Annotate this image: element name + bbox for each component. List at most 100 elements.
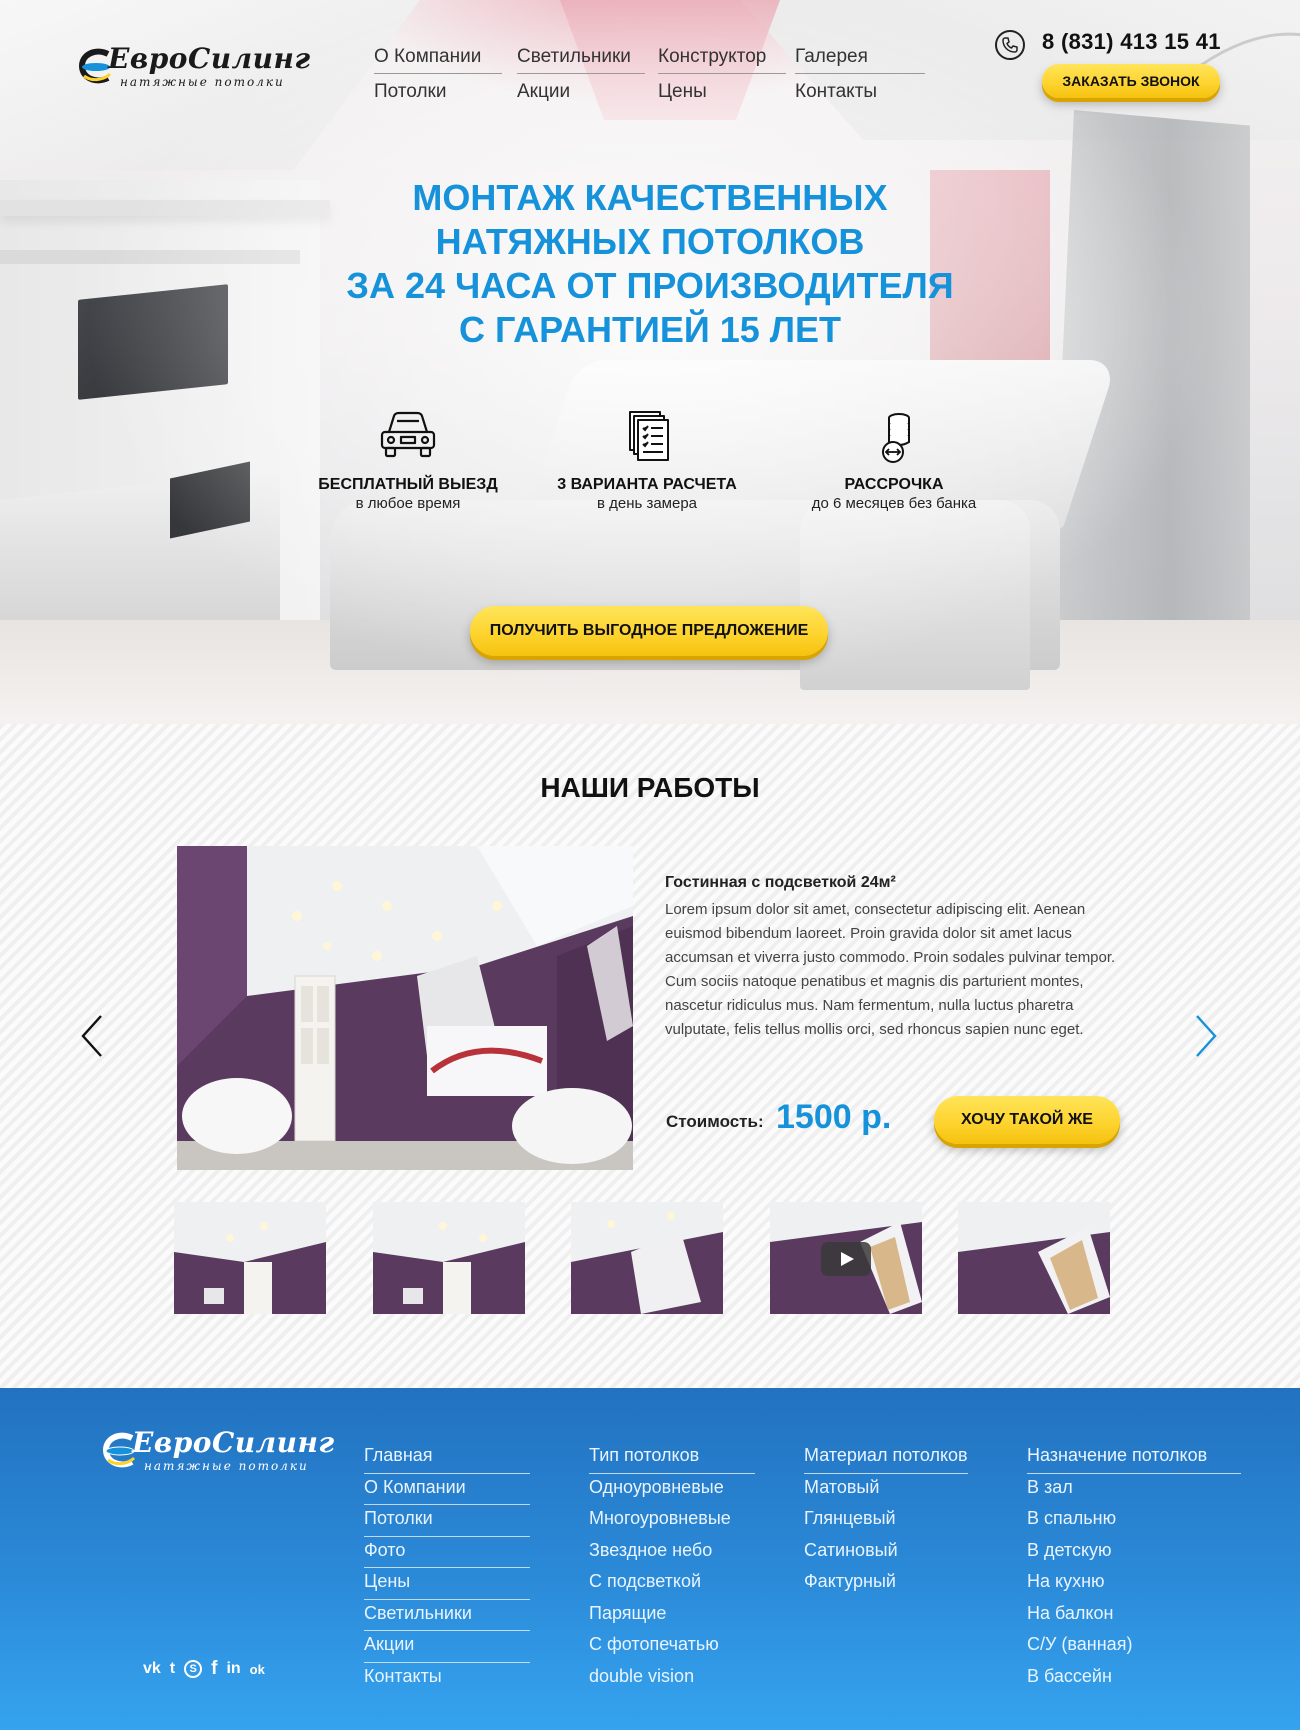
footer-link[interactable]: Сатиновый — [804, 1537, 968, 1569]
nav-item-prices[interactable]: Цены — [658, 81, 786, 103]
footer-link[interactable]: Потолки — [364, 1505, 530, 1537]
footer-link[interactable]: С подсветкой — [589, 1568, 755, 1600]
work-price: 1500 р. — [776, 1098, 892, 1136]
footer-link[interactable]: Глянцевый — [804, 1505, 968, 1537]
footer-link[interactable]: Многоуровневые — [589, 1505, 755, 1537]
hero-headline-line: С ГАРАНТИЕЙ 15 ЛЕТ — [458, 309, 842, 350]
nav-item-constructor[interactable]: Конструктор — [658, 46, 786, 68]
thumbnail-image — [958, 1202, 1110, 1314]
work-thumbnail[interactable] — [571, 1202, 723, 1314]
twitter-icon[interactable]: t — [170, 1660, 175, 1678]
thumbnail-image — [373, 1202, 525, 1314]
logo-brand-name: ЕвроСилинг — [132, 1426, 335, 1459]
footer-link[interactable]: double vision — [589, 1663, 755, 1695]
footer-menu-main: Главная О Компании Потолки Фото Цены Све… — [364, 1442, 530, 1694]
hero-headline: МОНТАЖ КАЧЕСТВЕННЫХ НАТЯЖНЫХ ПОТОЛКОВ ЗА… — [250, 176, 1050, 352]
nav-item-promotions[interactable]: Акции — [517, 81, 645, 103]
slider-prev-arrow-icon[interactable] — [80, 1014, 104, 1058]
footer-heading[interactable]: Назначение потолков — [1027, 1442, 1241, 1474]
skype-icon[interactable]: S — [184, 1660, 203, 1678]
want-same-button[interactable]: ХОЧУ ТАКОЙ ЖЕ — [934, 1096, 1120, 1144]
social-links: vk t S f in ok — [143, 1658, 265, 1680]
logo-tagline: натяжные потолки — [144, 1459, 309, 1473]
footer-link[interactable]: Акции — [364, 1631, 530, 1663]
footer-link[interactable]: С фотопечатью — [589, 1631, 755, 1663]
footer-link[interactable]: Одноуровневые — [589, 1474, 755, 1506]
footer-menu-materials: Материал потолков Матовый Глянцевый Сати… — [804, 1442, 968, 1600]
work-thumbnail[interactable] — [174, 1202, 326, 1314]
works-title: НАШИ РАБОТЫ — [540, 772, 760, 803]
coins-icon — [882, 413, 910, 463]
work-thumbnail[interactable] — [373, 1202, 525, 1314]
footer-link[interactable]: В детскую — [1027, 1537, 1241, 1569]
nav-item-contacts[interactable]: Контакты — [795, 81, 923, 103]
logo-brand-name: ЕвроСилинг — [108, 42, 311, 75]
work-thumbnail[interactable] — [958, 1202, 1110, 1314]
footer-menu-purpose: Назначение потолков В зал В спальню В де… — [1027, 1442, 1241, 1694]
feature-subtitle: в день замера — [596, 495, 698, 512]
footer-link[interactable]: Звездное небо — [589, 1537, 755, 1569]
hero-headline-line: МОНТАЖ КАЧЕСТВЕННЫХ — [412, 177, 888, 218]
nav-divider — [374, 73, 502, 74]
footer-link[interactable]: О Компании — [364, 1474, 530, 1505]
documents-icon — [629, 411, 669, 461]
footer-menu-types: Тип потолков Одноуровневые Многоуровневы… — [589, 1442, 755, 1694]
footer-logo[interactable]: ЕвроСилинг натяжные потолки — [102, 1426, 334, 1480]
footer-link[interactable]: Матовый — [804, 1474, 968, 1506]
nav-item-ceilings[interactable]: Потолки — [374, 81, 502, 103]
footer-link[interactable]: Контакты — [364, 1663, 530, 1695]
footer-link[interactable]: В зал — [1027, 1474, 1241, 1506]
facebook-icon[interactable]: f — [211, 1658, 217, 1680]
feature-installment: РАССРОЧКА до 6 месяцев без банка — [774, 408, 1014, 512]
hero-section: ЕвроСилинг натяжные потолки О Компании С… — [0, 0, 1300, 724]
logo-tagline: натяжные потолки — [120, 75, 285, 89]
footer-link[interactable]: Фактурный — [804, 1568, 968, 1600]
slider-next-arrow-icon[interactable] — [1194, 1014, 1218, 1058]
nav-item-gallery[interactable]: Галерея — [795, 46, 923, 68]
work-thumbnail-video[interactable] — [770, 1202, 922, 1314]
feature-title: РАССРОЧКА — [844, 476, 944, 493]
footer-link[interactable]: С/У (ванная) — [1027, 1631, 1241, 1663]
footer-heading[interactable]: Материал потолков — [804, 1442, 968, 1474]
hero-headline-line: ЗА 24 ЧАСА ОТ ПРОИЗВОДИТЕЛЯ — [346, 265, 954, 306]
works-section: НАШИ РАБОТЫ Гостинная с подсветкой 24м² … — [0, 724, 1300, 1388]
footer-link[interactable]: Цены — [364, 1568, 530, 1600]
feature-title: БЕСПЛАТНЫЙ ВЫЕЗД — [318, 476, 498, 493]
footer-link[interactable]: На балкон — [1027, 1600, 1241, 1632]
thumbnail-image — [174, 1202, 326, 1314]
phone-icon — [995, 30, 1025, 60]
footer-link[interactable]: Парящие — [589, 1600, 755, 1632]
footer-link[interactable]: Главная — [364, 1442, 530, 1474]
feature-three-estimates: 3 ВАРИАНТА РАСЧЕТА в день замера — [527, 408, 767, 512]
nav-item-lamps[interactable]: Светильники — [517, 46, 645, 68]
footer-link[interactable]: В бассейн — [1027, 1663, 1241, 1695]
footer-link[interactable]: Фото — [364, 1537, 530, 1568]
nav-item-about[interactable]: О Компании — [374, 46, 502, 68]
nav-divider — [795, 73, 925, 74]
footer-heading[interactable]: Тип потолков — [589, 1442, 755, 1474]
vk-icon[interactable]: vk — [143, 1660, 161, 1678]
work-photo-image — [177, 846, 633, 1170]
footer-link[interactable]: Светильники — [364, 1600, 530, 1631]
footer-link[interactable]: На кухню — [1027, 1568, 1241, 1600]
footer-link[interactable]: В спальню — [1027, 1505, 1241, 1537]
car-icon — [380, 411, 436, 458]
main-nav: О Компании Светильники Конструктор Галер… — [374, 44, 928, 106]
nav-divider — [517, 73, 645, 74]
feature-subtitle: до 6 месяцев без банка — [811, 495, 977, 512]
callback-button[interactable]: ЗАКАЗАТЬ ЗВОНОК — [1042, 64, 1220, 98]
logo[interactable]: ЕвроСилинг натяжные потолки — [78, 42, 310, 96]
get-offer-button[interactable]: ПОЛУЧИТЬ ВЫГОДНОЕ ПРЕДЛОЖЕНИЕ — [470, 606, 828, 656]
linkedin-icon[interactable]: in — [226, 1660, 240, 1678]
phone-number[interactable]: 8 (831) 413 15 41 — [1042, 29, 1221, 55]
work-price-label: Стоимость: — [666, 1112, 764, 1131]
play-icon[interactable] — [821, 1242, 871, 1276]
work-title: Гостинная с подсветкой 24м² — [665, 874, 896, 891]
nav-divider — [658, 73, 786, 74]
hero-headline-line: НАТЯЖНЫХ ПОТОЛКОВ — [435, 221, 865, 262]
feature-subtitle: в любое время — [355, 495, 461, 512]
feature-title: 3 ВАРИАНТА РАСЧЕТА — [557, 476, 737, 493]
work-description: Lorem ipsum dolor sit amet, consectetur … — [665, 901, 1116, 1038]
odnoklassniki-icon[interactable]: ok — [250, 1662, 265, 1677]
feature-free-visit: БЕСПЛАТНЫЙ ВЫЕЗД в любое время — [288, 408, 528, 512]
